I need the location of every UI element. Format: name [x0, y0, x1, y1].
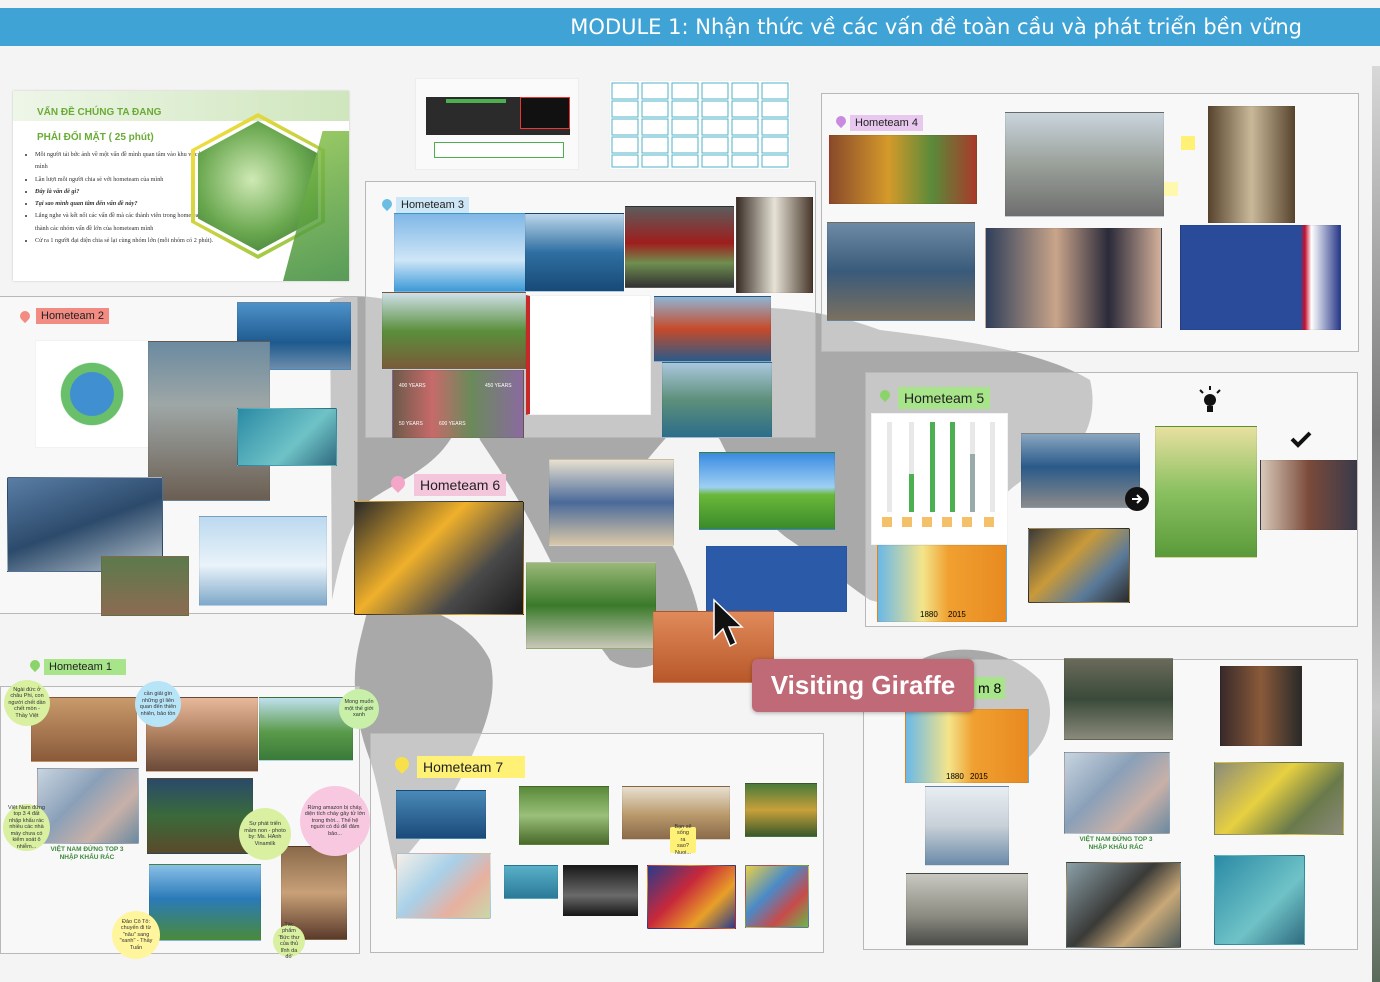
photo-garbage-road[interactable]: [1005, 112, 1164, 217]
photo-ocean-waste[interactable]: [1021, 433, 1140, 508]
photo-batteries[interactable]: [1028, 528, 1130, 603]
year-label: 1880: [920, 610, 938, 619]
photo-crowd-masks[interactable]: [985, 228, 1162, 328]
photo-refugee-child[interactable]: [549, 459, 674, 546]
photo-movie-poster[interactable]: [563, 865, 638, 916]
photo-food-waste[interactable]: [829, 135, 977, 204]
photo-earth-island[interactable]: [382, 292, 526, 370]
hometeam-6-label[interactable]: Hometeam 6: [414, 474, 507, 496]
photo-lake[interactable]: [525, 213, 624, 292]
module-header: MODULE 1: Nhận thức về các vấn đề toàn c…: [0, 8, 1380, 46]
photo-ocean-bottles[interactable]: [396, 790, 486, 839]
photo-books[interactable]: [1220, 666, 1302, 746]
hometeam-4-label[interactable]: Hometeam 4: [850, 115, 923, 131]
sticky-note[interactable]: Mong muốn một thế giới xanh: [339, 689, 379, 729]
years-label: 600 YEARS: [439, 421, 466, 427]
photo-worker-sewer[interactable]: [354, 501, 524, 615]
sticky-note[interactable]: Đảo Cô Tô: chuyến đi từ "nâu" sang "xanh…: [112, 911, 160, 959]
photo-plastic-waste-2[interactable]: [1064, 752, 1170, 834]
slide-title-line1: VẤN ĐỀ CHÚNG TA ĐANG: [37, 107, 162, 118]
photo-forest-volunteer[interactable]: [745, 783, 817, 837]
photo-temperature-map[interactable]: 1880 2015: [877, 545, 1007, 622]
photo-colorful-drawing[interactable]: [745, 865, 809, 928]
hometeam-3-label[interactable]: Hometeam 3: [396, 197, 469, 213]
photo-decomposition-years[interactable]: 400 YEARS 450 YEARS 50 YEARS 600 YEARS: [392, 370, 524, 438]
photo-plant-bottle[interactable]: [526, 562, 656, 649]
photo-river-trash[interactable]: [1064, 658, 1173, 740]
bar-chart-image: [882, 422, 995, 527]
visiting-user-label: Visiting Giraffe: [752, 659, 974, 712]
photo-resource-chart[interactable]: [871, 413, 1008, 545]
year-label: 1880: [946, 772, 964, 781]
hometeam-7-label[interactable]: Hometeam 7: [417, 756, 525, 778]
photo-water-drop-tree[interactable]: [394, 213, 526, 292]
photo-recycle-bins[interactable]: [625, 206, 734, 288]
sticky-note[interactable]: Sự phát triển mầm non - photo by: Ms. HA…: [239, 808, 291, 860]
photo-city-smog[interactable]: [906, 873, 1028, 946]
sticky-note[interactable]: Bạn sẽ sống ra sao? Nuoi...: [670, 824, 696, 856]
vn-top3-caption: VIỆT NAM ĐỨNG TOP 3 NHẬP KHẨU RÁC: [50, 846, 124, 861]
photo-polar-bear-ice[interactable]: [199, 516, 327, 606]
photo-turtle-net-2[interactable]: [1214, 855, 1305, 945]
sticky-square[interactable]: [1164, 182, 1178, 196]
photo-red-poster[interactable]: [647, 865, 736, 929]
lightbulb-icon: [1198, 386, 1222, 416]
photo-container-port[interactable]: [654, 296, 771, 362]
sticky-note[interactable]: Rừng amazon bị cháy, diện tích cháy gây …: [300, 786, 370, 856]
photo-turtle-net[interactable]: [237, 408, 337, 466]
slide-title-line2: PHẢI ĐỐI MẶT ( 25 phút): [37, 132, 154, 143]
intro-slide[interactable]: VẤN ĐỀ CHÚNG TA ĐANG PHẢI ĐỐI MẶT ( 25 p…: [13, 91, 349, 281]
photo-students-room[interactable]: [1260, 460, 1358, 530]
sticky-note[interactable]: Ngài đức ở châu Phi, con người chết dần …: [4, 680, 50, 726]
arrow-right-icon[interactable]: [1125, 487, 1149, 511]
photo-green-field[interactable]: [699, 452, 835, 530]
sticky-note[interactable]: cần giải gìn những gì liên quan đến thiê…: [135, 681, 181, 727]
hometeam-2-label[interactable]: Hometeam 2: [36, 308, 109, 324]
hometeam-1-label[interactable]: Hometeam 1: [44, 659, 126, 675]
photo-forest-people[interactable]: [101, 556, 189, 616]
photo-yellow-flowers[interactable]: [1214, 762, 1344, 835]
photo-boats-pollution[interactable]: [827, 222, 975, 321]
zoom-instructions-screenshot[interactable]: [415, 78, 579, 170]
photo-seedlings[interactable]: [147, 778, 253, 854]
year-label: 2015: [970, 772, 988, 781]
slide-bullet: Cử ra 1 người đại diện chia sẻ lại cùng …: [35, 235, 235, 247]
photo-island-coast[interactable]: [149, 864, 261, 941]
photo-park-trash[interactable]: [519, 786, 609, 845]
year-label: 2015: [948, 610, 966, 619]
photo-hallway[interactable]: [1208, 106, 1295, 223]
emotion-grid: [611, 82, 789, 168]
years-label: 400 YEARS: [399, 383, 426, 389]
photo-recycle-globe[interactable]: [35, 340, 149, 448]
photo-infographic[interactable]: [1155, 426, 1257, 558]
photo-speaker-cop26[interactable]: [1180, 225, 1341, 330]
hometeam-8-label[interactable]: m 8: [974, 677, 1006, 699]
photo-kids-drawing[interactable]: [396, 853, 491, 919]
photo-polar-bear-smoke[interactable]: [925, 786, 1009, 866]
sticky-note[interactable]: Việt Nam đứng top 3 4 đất nhập khẩu rác …: [3, 804, 50, 851]
photo-ha-long-bay[interactable]: [662, 362, 772, 438]
years-label: 50 YEARS: [399, 421, 423, 427]
photo-temperature-map-2[interactable]: 1880 2015: [905, 709, 1029, 783]
photo-oil-spill[interactable]: [1066, 862, 1181, 948]
cursor-icon: [712, 598, 746, 655]
emotion-grid-chart[interactable]: [609, 80, 791, 170]
years-label: 450 YEARS: [485, 383, 512, 389]
checkmark-icon: [1290, 430, 1312, 448]
right-edge-strip: [1372, 66, 1380, 982]
module-title: MODULE 1: Nhận thức về các vấn đề toàn c…: [570, 15, 1302, 39]
photo-plastic-waste[interactable]: [37, 768, 139, 844]
vn-top3-caption: VIỆT NAM ĐỨNG TOP 3 NHẬP KHẨU RÁC: [1079, 836, 1153, 851]
sticky-note[interactable]: Tác phẩm 'Bức thư của thủ lĩnh da đỏ': [273, 922, 305, 960]
photo-bottle[interactable]: [736, 197, 813, 293]
photo-recycling-chart[interactable]: [526, 295, 651, 415]
photo-sea-turtle[interactable]: [504, 865, 558, 899]
sticky-square[interactable]: [1181, 136, 1195, 150]
hometeam-5-label[interactable]: Hometeam 5: [898, 387, 991, 409]
